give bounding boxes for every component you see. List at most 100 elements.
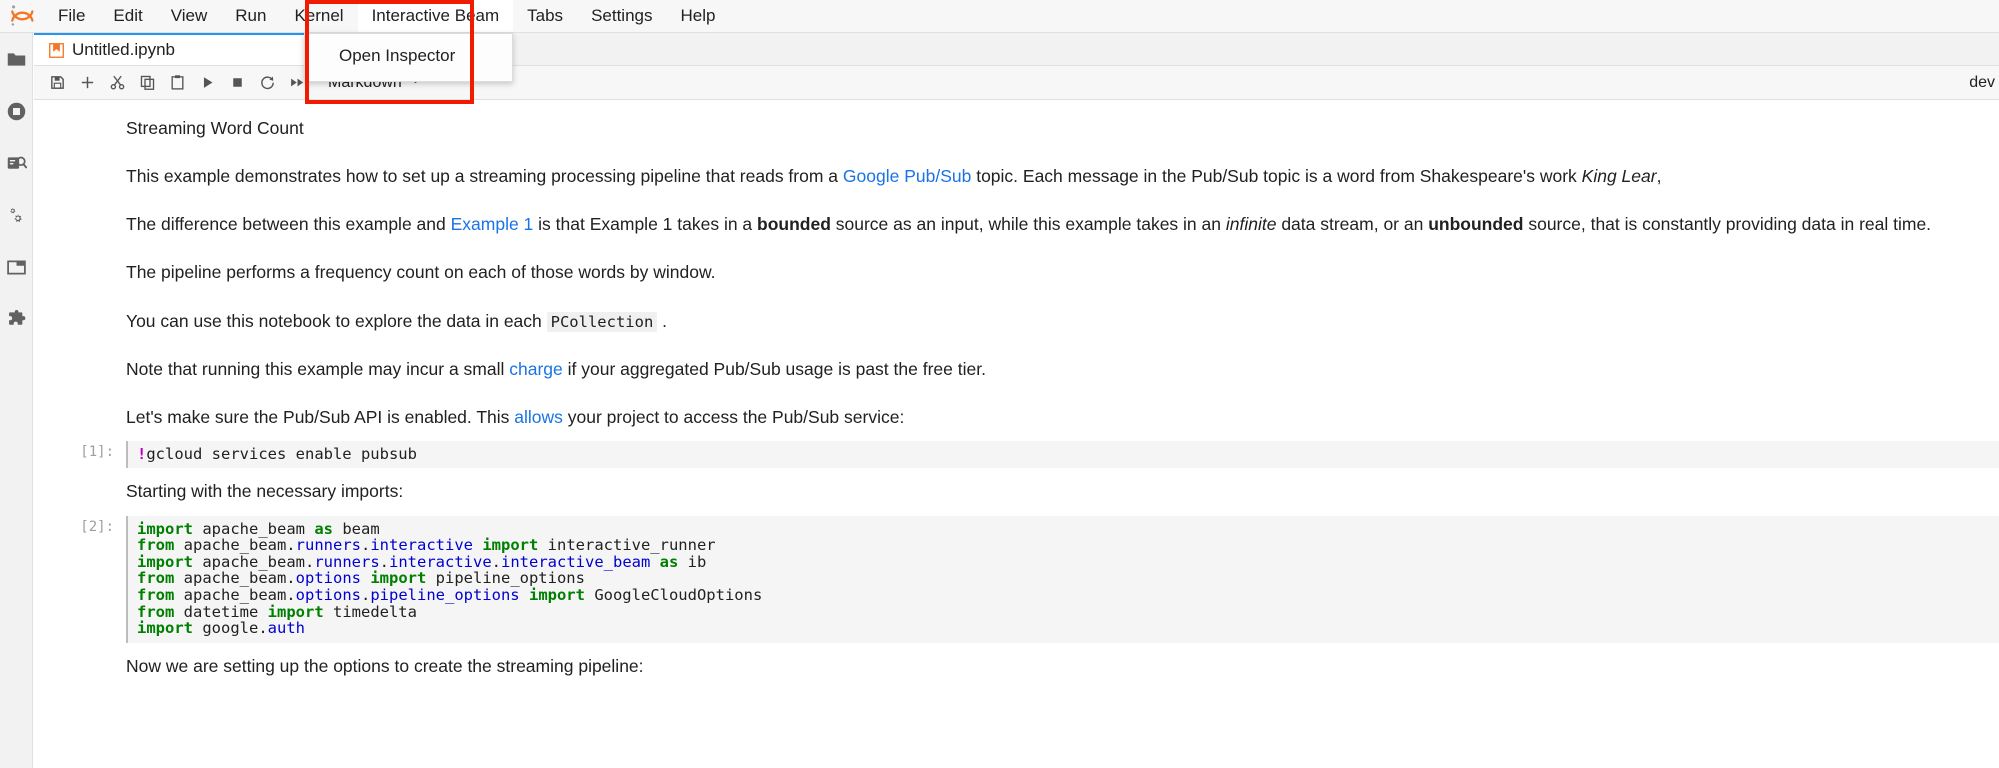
sidebar-item-file-browser[interactable] xyxy=(0,33,33,85)
diff-ital-infinite: infinite xyxy=(1226,214,1277,234)
code-token: . xyxy=(380,553,389,571)
code-token: options xyxy=(296,569,361,587)
cell-prompt xyxy=(34,478,126,481)
frequency-text: The pipeline performs a frequency count … xyxy=(126,262,716,282)
insert-cell-button[interactable] xyxy=(72,69,102,97)
menu-settings[interactable]: Settings xyxy=(577,0,666,32)
cell-prompt-2: [2]: xyxy=(34,516,126,535)
explore-text-b: . xyxy=(657,311,667,331)
code-token: . xyxy=(492,553,501,571)
menu-help[interactable]: Help xyxy=(667,0,730,32)
cell-prompt xyxy=(34,115,126,118)
code-token xyxy=(520,586,529,604)
notebook-scroll-area[interactable]: Streaming Word Count This example demons… xyxy=(34,100,1999,768)
code-token-bang: ! xyxy=(137,445,146,463)
copy-cells-button[interactable] xyxy=(132,69,162,97)
title-text: Streaming Word Count xyxy=(126,118,304,138)
diff-text-b: is that Example 1 takes in a xyxy=(533,214,757,234)
paragraph-frequency: The pipeline performs a frequency count … xyxy=(126,259,1959,286)
paragraph-now-options: Now we are setting up the options to cre… xyxy=(126,653,1959,680)
notebook-cell-markdown-intro[interactable]: Streaming Word Count This example demons… xyxy=(34,110,1999,436)
menu-item-open-inspector[interactable]: Open Inspector xyxy=(305,39,512,73)
code-token: interactive xyxy=(370,536,473,554)
notebook-cell-markdown-imports[interactable]: Starting with the necessary imports: xyxy=(34,473,1999,510)
markdown-rendered-output: Streaming Word Count This example demons… xyxy=(126,115,1999,431)
code-token: from xyxy=(137,586,174,604)
code-token: import xyxy=(482,536,538,554)
paste-cells-button[interactable] xyxy=(162,69,192,97)
code-token xyxy=(361,569,370,587)
code-token: beam xyxy=(333,520,380,538)
menu-tabs[interactable]: Tabs xyxy=(513,0,577,32)
paragraph-charge: Note that running this example may incur… xyxy=(126,356,1959,383)
code-token: auth xyxy=(268,619,305,637)
code-editor-2[interactable]: import apache_beam as beam from apache_b… xyxy=(126,516,1999,643)
code-token: apache_beam. xyxy=(174,586,295,604)
diff-text-e: source, that is constantly providing dat… xyxy=(1523,214,1931,234)
code-token xyxy=(650,553,659,571)
diff-text-c: source as an input, while this example t… xyxy=(831,214,1226,234)
intro-text-c: , xyxy=(1657,166,1662,186)
menu-view[interactable]: View xyxy=(157,0,222,32)
code-token: import xyxy=(137,553,193,571)
code-token: as xyxy=(314,520,333,538)
code-token: google. xyxy=(193,619,268,637)
paragraph-enable-api: Let's make sure the Pub/Sub API is enabl… xyxy=(126,404,1959,431)
code-token: ib xyxy=(678,553,706,571)
paragraph-explore: You can use this notebook to explore the… xyxy=(126,308,1959,335)
cut-cells-button[interactable] xyxy=(102,69,132,97)
code-token xyxy=(473,536,482,554)
explore-text-a: You can use this notebook to explore the… xyxy=(126,311,547,331)
sidebar-item-extension-manager[interactable] xyxy=(0,293,33,345)
menu-kernel[interactable]: Kernel xyxy=(280,0,357,32)
diff-text-d: data stream, or an xyxy=(1276,214,1428,234)
notebook-cell-code-2[interactable]: [2]: import apache_beam as beam from apa… xyxy=(34,511,1999,648)
code-token: from xyxy=(137,536,174,554)
cell-prompt-1: [1]: xyxy=(34,441,126,460)
intro-text-a: This example demonstrates how to set up … xyxy=(126,166,843,186)
notebook-icon xyxy=(48,42,64,58)
paragraph-starting-imports: Starting with the necessary imports: xyxy=(126,478,1959,505)
link-google-pubsub[interactable]: Google Pub/Sub xyxy=(843,166,971,186)
notebook-cell-code-1[interactable]: [1]: !gcloud services enable pubsub xyxy=(34,436,1999,474)
kernel-status-label[interactable]: dev xyxy=(1969,74,1999,92)
paragraph-difference: The difference between this example and … xyxy=(126,211,1959,238)
inline-code-pcollection: PCollection xyxy=(547,312,658,332)
restart-kernel-button[interactable] xyxy=(252,69,282,97)
interrupt-kernel-button[interactable] xyxy=(222,69,252,97)
cell-prompt xyxy=(34,653,126,656)
code-token: as xyxy=(660,553,679,571)
menu-run[interactable]: Run xyxy=(221,0,280,32)
sidebar-item-open-tabs[interactable] xyxy=(0,241,33,293)
run-cell-button[interactable] xyxy=(192,69,222,97)
code-source-1: !gcloud services enable pubsub xyxy=(137,446,1991,463)
link-charge[interactable]: charge xyxy=(509,359,563,379)
code-token: apache_beam. xyxy=(174,569,295,587)
enable-text-b: your project to access the Pub/Sub servi… xyxy=(563,407,904,427)
code-token: . xyxy=(361,586,370,604)
save-button[interactable] xyxy=(42,69,72,97)
code-token: pipeline_options xyxy=(370,586,519,604)
code-token: interactive_runner xyxy=(538,536,715,554)
sidebar-item-property-inspector[interactable] xyxy=(0,189,33,241)
link-example-1[interactable]: Example 1 xyxy=(451,214,534,234)
link-allows[interactable]: allows xyxy=(514,407,563,427)
menu-edit[interactable]: Edit xyxy=(99,0,156,32)
code-token: runners xyxy=(296,536,361,554)
code-token: interactive xyxy=(389,553,492,571)
tab-untitled-ipynb[interactable]: Untitled.ipynb xyxy=(34,33,334,65)
tab-label: Untitled.ipynb xyxy=(72,40,300,60)
markdown-rendered-output-2: Starting with the necessary imports: xyxy=(126,478,1999,505)
notebook-cell-markdown-options[interactable]: Now we are setting up the options to cre… xyxy=(34,648,1999,685)
paragraph-intro: This example demonstrates how to set up … xyxy=(126,163,1959,190)
menu-bar: File Edit View Run Kernel Interactive Be… xyxy=(0,0,1999,33)
code-editor-1[interactable]: !gcloud services enable pubsub xyxy=(126,441,1999,469)
menu-file[interactable]: File xyxy=(44,0,99,32)
sidebar-item-command-palette[interactable] xyxy=(0,137,33,189)
main-dock-panel: Untitled.ipynb xyxy=(34,33,1999,768)
menu-interactive-beam[interactable]: Interactive Beam xyxy=(358,0,514,32)
code-token: from xyxy=(137,603,174,621)
sidebar-item-running-terminals[interactable] xyxy=(0,85,33,137)
code-token: apache_beam. xyxy=(193,553,314,571)
code-token: GoogleCloudOptions xyxy=(585,586,762,604)
